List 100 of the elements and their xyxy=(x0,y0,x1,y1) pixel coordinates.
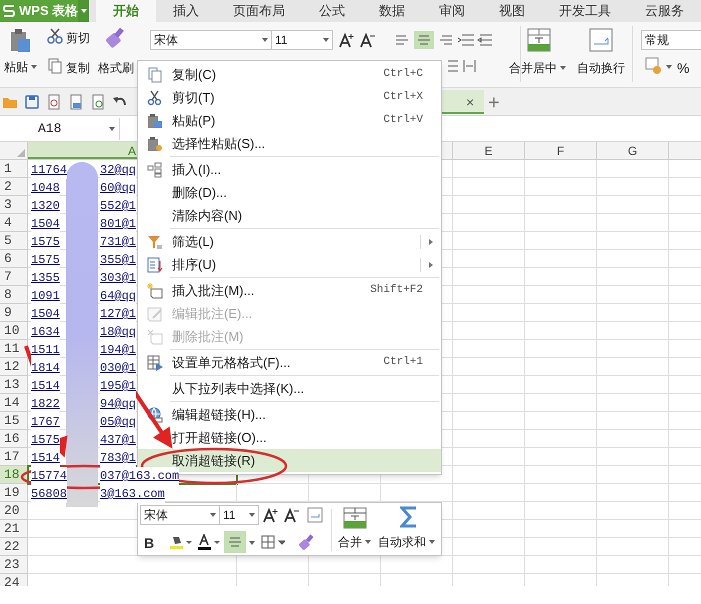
menu-item[interactable]: 从下拉列表中选择(K)... xyxy=(138,377,441,400)
cell-text: 355@1 xyxy=(100,251,136,269)
cut-button[interactable]: 剪切 xyxy=(66,29,90,47)
cell-text: 030@1 xyxy=(100,359,136,377)
merge-button[interactable]: 合并 xyxy=(338,533,371,551)
menu-item[interactable]: 清除内容(N) xyxy=(138,204,441,227)
cell-text: 56808 xyxy=(31,485,68,503)
copy-button[interactable]: 复制 xyxy=(66,59,90,77)
menu-item[interactable]: 取消超链接(R) xyxy=(138,449,441,472)
cell-text: 731@1 xyxy=(100,233,136,251)
autosum-button[interactable]: 自动求和 xyxy=(378,533,435,551)
row-header[interactable]: 9 xyxy=(0,304,28,322)
menu-item[interactable]: 剪切(T) Ctrl+X xyxy=(138,86,441,109)
shortcut-label: Shift+F2 xyxy=(370,283,423,298)
cell-text: 94@qq xyxy=(100,395,136,413)
cell-text: 1514 xyxy=(31,377,60,395)
paste-button[interactable]: 粘贴 xyxy=(4,58,37,76)
cell-text: 127@1 xyxy=(100,305,136,323)
row-header[interactable]: 15 xyxy=(0,412,28,430)
row-header[interactable]: 22 xyxy=(0,538,28,556)
cell-text: 801@1 xyxy=(100,215,136,233)
ribbon-tab[interactable]: 数据 xyxy=(362,0,422,22)
cell-text: 60@qq xyxy=(100,179,136,197)
font-size-field[interactable]: 11 xyxy=(271,30,333,50)
cell-text: 783@1 xyxy=(100,449,136,467)
cell-text: 1814 xyxy=(31,359,60,377)
cell-text: 1514 xyxy=(31,449,60,467)
menu-item[interactable]: 插入(I)... xyxy=(138,158,441,181)
row-header[interactable]: 6 xyxy=(0,250,28,268)
cell-text: 64@qq xyxy=(100,287,136,305)
column-header[interactable]: E xyxy=(453,142,525,159)
menu-item[interactable]: 打开超链接(O)... xyxy=(138,426,441,449)
number-format-field[interactable]: 常规 xyxy=(641,30,701,50)
column-header[interactable]: G xyxy=(597,142,669,159)
menu-item: 删除批注(M) xyxy=(138,325,441,348)
row-header[interactable]: 1 xyxy=(0,160,28,178)
ribbon-tab[interactable]: 页面布局 xyxy=(216,0,302,22)
cell-text: 303@1 xyxy=(100,269,136,287)
row-header[interactable]: 10 xyxy=(0,322,28,340)
percent-button[interactable]: % xyxy=(677,58,690,79)
row-header[interactable]: 3 xyxy=(0,196,28,214)
cell-text: 32@qq xyxy=(100,161,136,179)
format-painter-button[interactable]: 格式刷 xyxy=(98,59,134,77)
ribbon-tab[interactable]: 开始 xyxy=(96,0,156,22)
merge-center-button[interactable]: 合并居中 xyxy=(509,59,566,77)
row-header[interactable]: 14 xyxy=(0,394,28,412)
name-box[interactable]: A18 xyxy=(0,118,120,140)
font-size-field[interactable]: 11 xyxy=(219,505,259,525)
bold-button[interactable]: B xyxy=(144,533,154,554)
menu-item[interactable]: 排序(U) xyxy=(138,253,441,276)
row-header[interactable]: 17 xyxy=(0,448,28,466)
row-header[interactable]: 2 xyxy=(0,178,28,196)
column-header[interactable]: F xyxy=(525,142,597,159)
menu-item[interactable]: 筛选(L) xyxy=(138,230,441,253)
row-header[interactable]: 5 xyxy=(0,232,28,250)
tab-close-button[interactable]: × xyxy=(466,92,474,113)
row-header[interactable]: 23 xyxy=(0,556,28,574)
shortcut-label: Ctrl+V xyxy=(383,113,423,128)
ribbon-tab[interactable]: 视图 xyxy=(482,0,542,22)
wrap-text-button[interactable]: 自动换行 xyxy=(577,59,625,77)
row-header[interactable]: 24 xyxy=(0,574,28,586)
menu-item[interactable]: 复制(C) Ctrl+C xyxy=(138,63,441,86)
ribbon-tab[interactable]: 开发工具 xyxy=(542,0,628,22)
menu-item[interactable]: 编辑超链接(H)... xyxy=(138,403,441,426)
row-header[interactable]: 13 xyxy=(0,376,28,394)
cell-text: 3@163.com xyxy=(100,485,165,503)
cell-text: 552@1 xyxy=(100,197,136,215)
shortcut-label: Ctrl+X xyxy=(383,90,423,106)
row-header[interactable]: 4 xyxy=(0,214,28,232)
font-field[interactable]: 宋体 xyxy=(140,505,220,525)
font-field[interactable]: 宋体 xyxy=(150,30,272,50)
shortcut-label: Ctrl+1 xyxy=(383,355,423,370)
menu-item[interactable]: 粘贴(P) Ctrl+V xyxy=(138,109,441,132)
cell-text: 195@1 xyxy=(100,377,136,395)
new-tab-button[interactable]: + xyxy=(488,88,500,118)
shortcut-label: Ctrl+C xyxy=(383,67,423,82)
row-header[interactable]: 19 xyxy=(0,484,28,502)
ribbon-tab[interactable]: 插入 xyxy=(156,0,216,22)
app-title: WPS 表格 xyxy=(0,0,78,22)
cell-text: 194@1 xyxy=(100,341,136,359)
cell-text: 05@qq xyxy=(100,413,136,431)
row-header[interactable]: 7 xyxy=(0,268,28,286)
row-header[interactable]: 21 xyxy=(0,520,28,538)
cell-text: 18@qq xyxy=(100,323,136,341)
row-header[interactable]: 18 xyxy=(0,466,28,484)
row-header[interactable]: 8 xyxy=(0,286,28,304)
cell-text: 1767 xyxy=(31,413,60,431)
menu-item[interactable]: 插入批注(M)... Shift+F2 xyxy=(138,279,441,302)
ribbon-tab[interactable]: 云服务 xyxy=(628,0,701,22)
menu-item[interactable]: 删除(D)... xyxy=(138,181,441,204)
cell-text: 1575 xyxy=(31,431,60,449)
ribbon-tab[interactable]: 公式 xyxy=(302,0,362,22)
row-header[interactable]: 16 xyxy=(0,430,28,448)
row-header[interactable]: 20 xyxy=(0,502,28,520)
row-header[interactable]: 12 xyxy=(0,358,28,376)
cell-text: 437@1 xyxy=(100,431,136,449)
cell-text: 1822 xyxy=(31,395,60,413)
menu-item[interactable]: 设置单元格格式(F)... Ctrl+1 xyxy=(138,351,441,374)
row-header[interactable]: 11 xyxy=(0,340,28,358)
ribbon-tab[interactable]: 审阅 xyxy=(422,0,482,22)
